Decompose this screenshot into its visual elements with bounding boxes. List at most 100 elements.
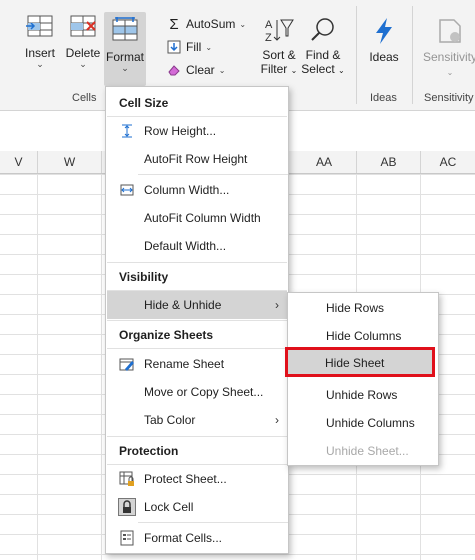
format-dropdown-menu: Cell Size Row Height... AutoFit Row Heig… — [105, 86, 289, 554]
section-header-protection: Protection — [119, 444, 179, 458]
insert-button[interactable]: Insert ⌄ — [20, 10, 60, 69]
find-select-label: Find & Select ⌄ — [301, 48, 345, 76]
lock-icon — [118, 498, 136, 516]
menu-separator — [107, 320, 287, 321]
unhide-columns-item[interactable]: Unhide Columns — [326, 416, 415, 430]
sigma-icon: Σ — [169, 15, 179, 33]
column-header-v[interactable]: V — [0, 151, 38, 173]
column-header-w[interactable]: W — [38, 151, 102, 173]
insert-label: Insert — [24, 46, 55, 60]
column-header-aa[interactable]: AA — [292, 151, 357, 173]
grid-line — [101, 174, 102, 560]
sort-filter-label: Sort & Filter ⌄ — [260, 48, 298, 76]
svg-text:A: A — [265, 19, 273, 31]
group-label-cells: Cells — [72, 92, 97, 104]
clear-button[interactable]: Clear ⌄ — [166, 62, 225, 78]
fill-button[interactable]: Fill ⌄ — [166, 39, 212, 55]
ideas-label: Ideas — [369, 50, 399, 64]
chevron-down-icon: ⌄ — [205, 42, 213, 52]
move-copy-sheet-item[interactable]: Move or Copy Sheet... — [107, 378, 287, 406]
format-label: Format — [105, 50, 144, 64]
autofit-row-label: AutoFit Row Height — [144, 152, 248, 166]
chevron-down-icon: ⌄ — [239, 19, 247, 29]
protect-sheet-icon — [119, 471, 134, 486]
default-width-label: Default Width... — [144, 239, 227, 253]
column-header-ab[interactable]: AB — [357, 151, 421, 173]
grid-line — [37, 174, 38, 560]
ideas-button[interactable]: Ideas — [364, 16, 404, 64]
hide-unhide-item[interactable]: Hide & Unhide › — [107, 291, 287, 319]
find-select-button[interactable]: Find & Select ⌄ — [301, 16, 345, 78]
delete-label: Delete — [65, 46, 101, 60]
chevron-down-icon: ⌄ — [218, 65, 226, 75]
protect-sheet-label: Protect Sheet... — [144, 472, 227, 486]
lock-cell-item[interactable]: Lock Cell — [107, 493, 287, 521]
sensitivity-icon — [439, 19, 461, 43]
row-height-item[interactable]: Row Height... — [107, 117, 287, 145]
unhide-sheet-item: Unhide Sheet... — [326, 444, 409, 458]
hide-sheet-item[interactable]: Hide Sheet — [285, 347, 435, 377]
column-width-item[interactable]: Column Width... — [107, 176, 287, 204]
autofit-column-width-item[interactable]: AutoFit Column Width — [107, 204, 287, 232]
delete-cells-icon — [70, 15, 96, 37]
section-header-cell-size: Cell Size — [119, 96, 169, 110]
menu-separator — [138, 174, 288, 175]
group-label-ideas: Ideas — [370, 92, 397, 104]
protect-sheet-item[interactable]: Protect Sheet... — [107, 465, 287, 493]
chevron-down-icon: ⌄ — [36, 59, 44, 69]
default-width-item[interactable]: Default Width... — [107, 232, 287, 260]
chevron-down-icon: ⌄ — [121, 63, 129, 73]
sort-filter-button[interactable]: A Z Sort & Filter ⌄ — [258, 16, 300, 78]
autosum-label: AutoSum — [186, 17, 236, 31]
sort-filter-icon: A Z — [265, 19, 294, 44]
menu-separator — [107, 348, 287, 349]
unhide-rows-item[interactable]: Unhide Rows — [326, 388, 397, 402]
format-cells-icon — [112, 17, 138, 41]
rename-sheet-label: Rename Sheet — [144, 357, 225, 371]
autosum-button[interactable]: Σ AutoSum ⌄ — [166, 15, 247, 33]
row-height-label: Row Height... — [144, 124, 217, 138]
row-height-icon — [122, 124, 132, 138]
chevron-down-icon: ⌄ — [79, 59, 87, 69]
menu-separator — [107, 436, 287, 437]
sensitivity-label: Sensitivity ⌄ — [422, 50, 475, 77]
menu-separator — [107, 262, 287, 263]
section-header-organize-sheets: Organize Sheets — [119, 328, 214, 342]
format-button[interactable]: Format ⌄ — [104, 12, 146, 86]
column-width-icon — [120, 184, 134, 196]
hide-rows-item[interactable]: Hide Rows — [326, 301, 384, 315]
hide-columns-item[interactable]: Hide Columns — [326, 329, 401, 343]
fill-down-icon — [166, 39, 182, 55]
eraser-icon — [166, 62, 182, 78]
hide-unhide-submenu: Hide Rows Hide Columns Unhide Rows Unhid… — [287, 292, 439, 466]
ribbon-divider — [356, 6, 357, 104]
lock-cell-label: Lock Cell — [144, 500, 194, 514]
clear-label: Clear — [186, 63, 215, 77]
menu-separator — [138, 522, 288, 523]
delete-button[interactable]: Delete ⌄ — [63, 10, 103, 69]
group-label-sensitivity: Sensitivity — [424, 92, 474, 104]
sensitivity-button: Sensitivity ⌄ — [420, 16, 475, 80]
format-cells-item[interactable]: Format Cells... — [107, 524, 287, 552]
rename-sheet-icon — [119, 358, 134, 371]
section-header-visibility: Visibility — [119, 270, 169, 284]
fill-label: Fill — [186, 40, 202, 54]
autofit-column-label: AutoFit Column Width — [144, 211, 261, 225]
format-cells-dialog-icon — [120, 530, 134, 546]
tab-color-label: Tab Color — [144, 413, 196, 427]
chevron-right-icon: › — [275, 298, 279, 312]
ribbon-divider — [412, 6, 413, 104]
column-width-label: Column Width... — [144, 183, 230, 197]
rename-sheet-item[interactable]: Rename Sheet — [107, 350, 287, 378]
svg-text:Z: Z — [265, 32, 272, 44]
insert-cells-icon — [26, 15, 53, 37]
tab-color-item[interactable]: Tab Color › — [107, 406, 287, 434]
lightning-icon — [376, 18, 392, 44]
magnifier-icon — [311, 18, 334, 41]
format-cells-label: Format Cells... — [144, 531, 223, 545]
hide-unhide-label: Hide & Unhide — [144, 298, 222, 312]
chevron-right-icon: › — [275, 413, 279, 427]
autofit-row-height-item[interactable]: AutoFit Row Height — [107, 145, 287, 173]
column-header-ac[interactable]: AC — [421, 151, 475, 173]
move-copy-label: Move or Copy Sheet... — [144, 385, 264, 399]
